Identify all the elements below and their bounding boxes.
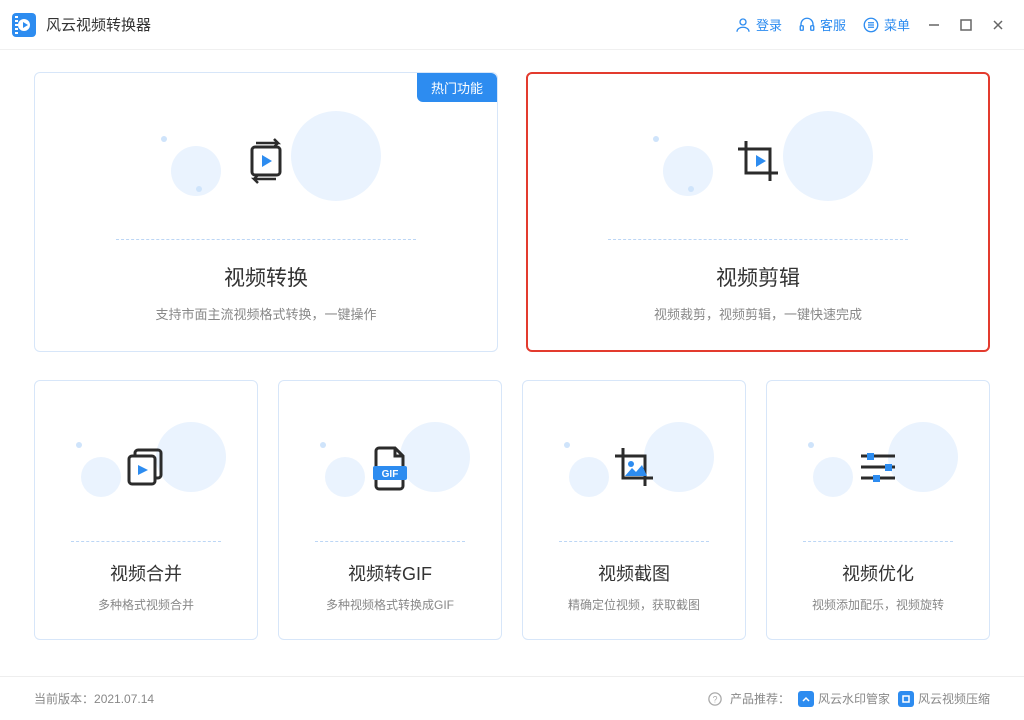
card-title: 视频剪辑	[716, 262, 800, 292]
recommend-label: 产品推荐：	[730, 690, 790, 707]
login-label: 登录	[756, 15, 782, 34]
card-title: 视频优化	[842, 560, 914, 586]
card-title: 视频合并	[110, 560, 182, 586]
headset-icon	[798, 16, 816, 34]
card-title: 视频转GIF	[348, 560, 432, 586]
version-label: 当前版本：	[34, 690, 94, 707]
user-icon	[734, 16, 752, 34]
card-desc: 视频添加配乐，视频旋转	[812, 596, 944, 613]
app-logo-icon	[12, 13, 36, 37]
titlebar: 风云视频转换器 登录 客服 菜单	[0, 0, 1024, 50]
divider	[116, 239, 416, 240]
maximize-icon	[959, 18, 973, 32]
support-button[interactable]: 客服	[792, 11, 852, 38]
card-desc: 多种格式视频合并	[98, 596, 194, 613]
card-video-convert[interactable]: 热门功能 视频转换 支持市面主流视频格式转换，一键操作	[34, 72, 498, 352]
svg-text:?: ?	[713, 694, 718, 704]
support-label: 客服	[820, 15, 846, 34]
divider	[559, 541, 709, 542]
minimize-icon	[927, 18, 941, 32]
svg-text:GIF: GIF	[382, 469, 399, 480]
crop-edit-icon	[730, 133, 786, 189]
merge-icon	[121, 442, 171, 492]
rec-icon-2	[898, 691, 914, 707]
list-icon	[862, 16, 880, 34]
card-video-optimize[interactable]: 视频优化 视频添加配乐，视频旋转	[766, 380, 990, 640]
login-button[interactable]: 登录	[728, 11, 788, 38]
recommend-watermark[interactable]: 风云水印管家	[798, 690, 890, 707]
card-video-edit[interactable]: 视频剪辑 视频裁剪，视频剪辑，一键快速完成	[526, 72, 990, 352]
screenshot-icon	[609, 442, 659, 492]
card-desc: 精确定位视频，获取截图	[568, 596, 700, 613]
card-video-gif[interactable]: GIF 视频转GIF 多种视频格式转换成GIF	[278, 380, 502, 640]
rec-label-1: 风云水印管家	[818, 690, 890, 707]
divider	[71, 541, 221, 542]
rec-icon-1	[798, 691, 814, 707]
divider	[608, 239, 908, 240]
divider	[803, 541, 953, 542]
card-desc: 视频裁剪，视频剪辑，一键快速完成	[654, 304, 862, 323]
footer: 当前版本： 2021.07.14 ? 产品推荐： 风云水印管家 风云视频压缩	[0, 676, 1024, 720]
card-video-merge[interactable]: 视频合并 多种格式视频合并	[34, 380, 258, 640]
app-title: 风云视频转换器	[46, 14, 151, 35]
divider	[315, 541, 465, 542]
minimize-button[interactable]	[920, 11, 948, 39]
card-title: 视频转换	[224, 262, 308, 292]
card-desc: 支持市面主流视频格式转换，一键操作	[155, 304, 376, 323]
maximize-button[interactable]	[952, 11, 980, 39]
close-icon	[991, 18, 1005, 32]
menu-label: 菜单	[884, 15, 910, 34]
main-content: 热门功能 视频转换 支持市面主流视频格式转换，一键操作	[0, 50, 1024, 640]
card-desc: 多种视频格式转换成GIF	[326, 596, 454, 613]
rec-label-2: 风云视频压缩	[918, 690, 990, 707]
help-icon: ?	[708, 692, 722, 706]
convert-icon	[238, 133, 294, 189]
version-value: 2021.07.14	[94, 692, 154, 706]
gif-file-icon: GIF	[365, 442, 415, 492]
close-button[interactable]	[984, 11, 1012, 39]
card-video-screenshot[interactable]: 视频截图 精确定位视频，获取截图	[522, 380, 746, 640]
sliders-icon	[853, 442, 903, 492]
card-title: 视频截图	[598, 560, 670, 586]
menu-button[interactable]: 菜单	[856, 11, 916, 38]
recommend-compress[interactable]: 风云视频压缩	[898, 690, 990, 707]
hot-badge: 热门功能	[417, 73, 497, 102]
